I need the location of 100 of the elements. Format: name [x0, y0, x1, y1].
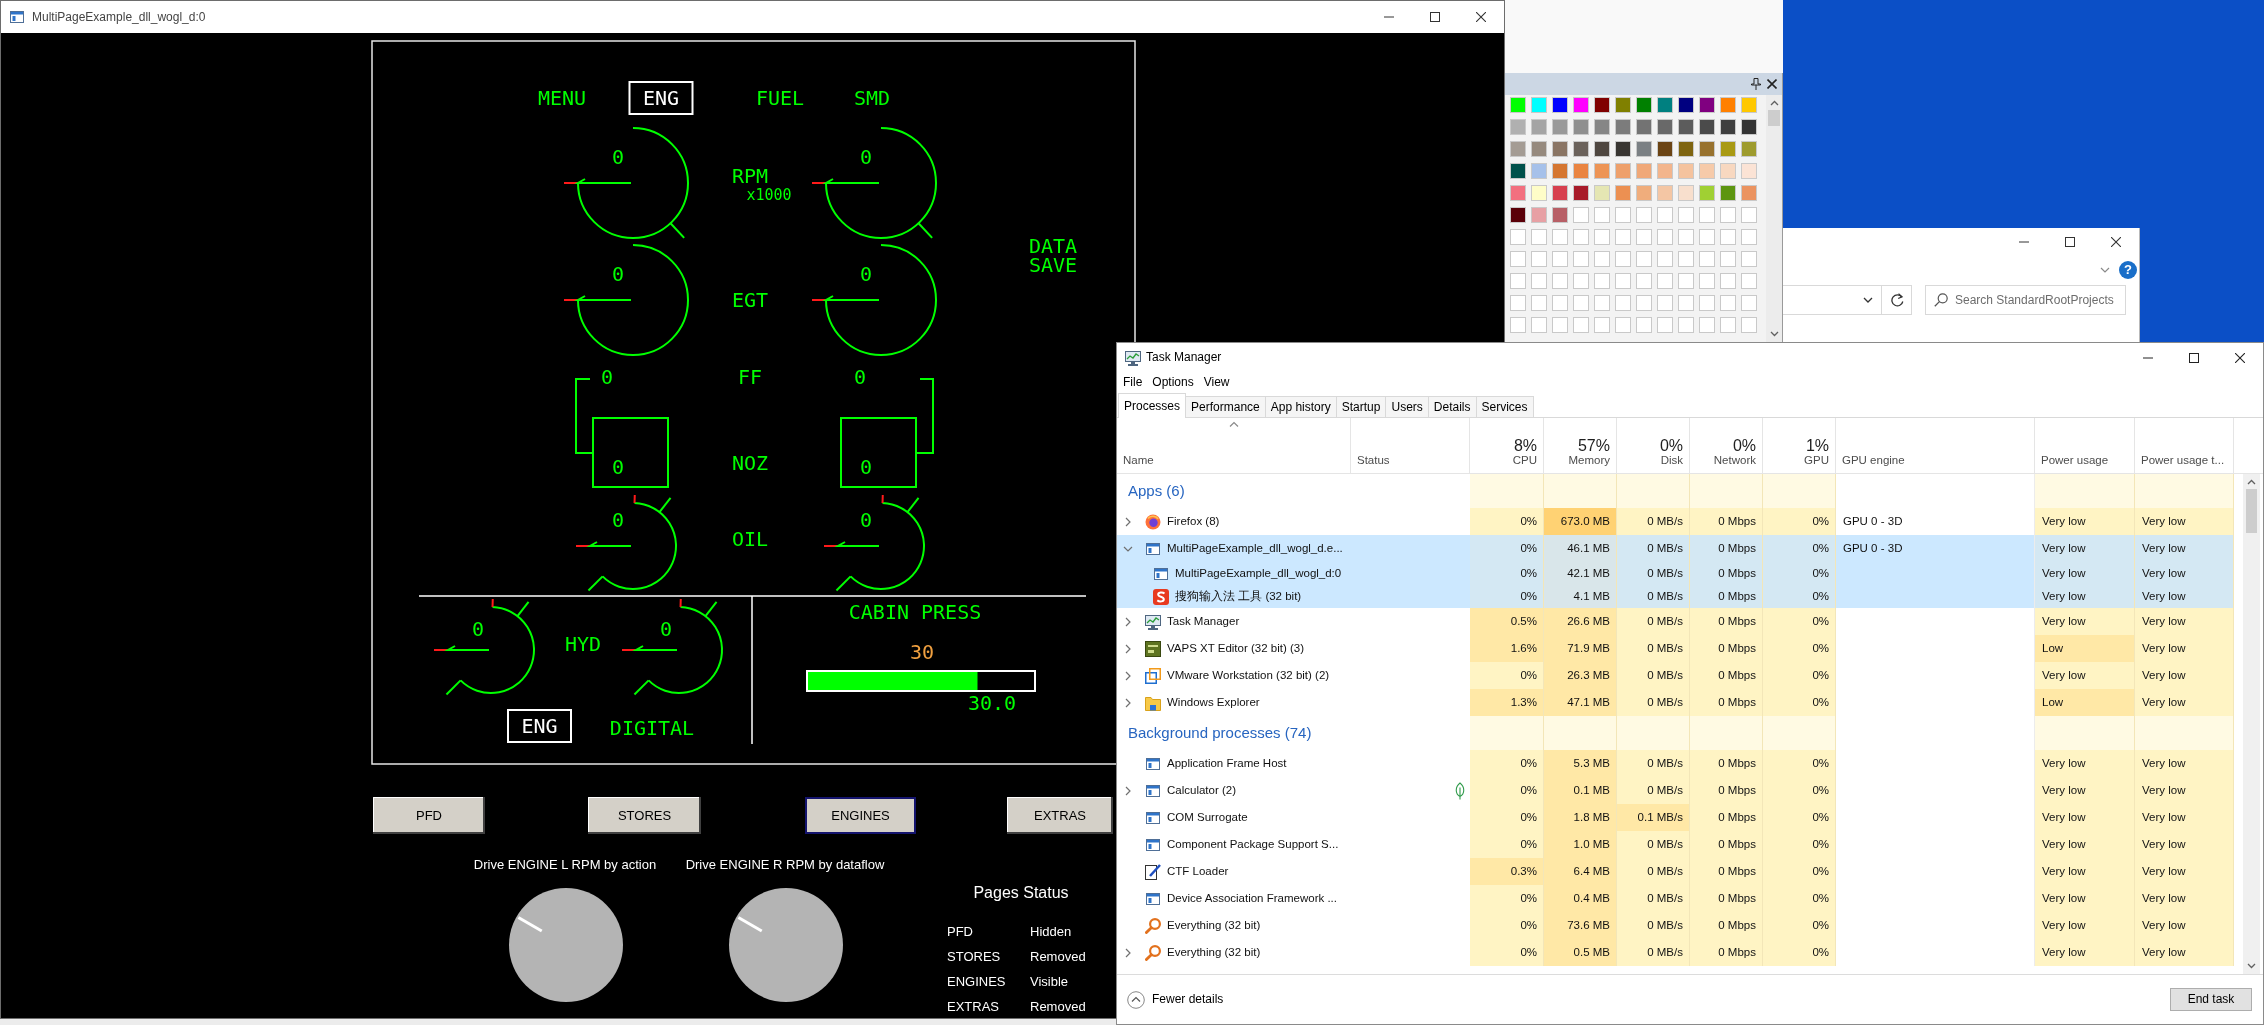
- color-swatch[interactable]: [1720, 273, 1736, 289]
- color-swatch[interactable]: [1552, 251, 1568, 267]
- color-swatch[interactable]: [1531, 229, 1547, 245]
- color-swatch[interactable]: [1594, 273, 1610, 289]
- color-swatch[interactable]: [1552, 273, 1568, 289]
- process-row[interactable]: MultiPageExample_dll_wogl_d.e... 0% 46.1 MB 0 MB/s 0 Mbps 0% GPU 0 - 3D Very low Very low: [1117, 535, 2234, 562]
- chevron-down-icon[interactable]: [2100, 267, 2110, 273]
- process-row[interactable]: Calculator (2) 0% 0.1 MB 0 MB/s 0 Mbps 0% Very low Very low: [1117, 777, 2234, 804]
- color-swatch[interactable]: [1573, 119, 1589, 135]
- color-swatch[interactable]: [1741, 207, 1757, 223]
- tab[interactable]: App history: [1264, 396, 1337, 417]
- color-swatch[interactable]: [1531, 141, 1547, 157]
- scroll-down-icon[interactable]: [1769, 331, 1779, 337]
- color-swatch[interactable]: [1678, 163, 1694, 179]
- color-swatch[interactable]: [1594, 97, 1610, 113]
- color-swatch[interactable]: [1615, 317, 1631, 333]
- color-swatch[interactable]: [1573, 163, 1589, 179]
- chevron-right-icon[interactable]: [1123, 697, 1133, 708]
- color-swatch[interactable]: [1657, 273, 1673, 289]
- color-swatch[interactable]: [1678, 229, 1694, 245]
- color-swatch[interactable]: [1678, 185, 1694, 201]
- color-swatch[interactable]: [1552, 185, 1568, 201]
- color-swatch[interactable]: [1741, 251, 1757, 267]
- color-swatch[interactable]: [1594, 317, 1610, 333]
- color-swatch[interactable]: [1741, 119, 1757, 135]
- color-swatch[interactable]: [1573, 317, 1589, 333]
- page-button[interactable]: PFD: [372, 796, 486, 835]
- color-swatch[interactable]: [1741, 273, 1757, 289]
- tab[interactable]: Users: [1385, 396, 1429, 417]
- color-swatch[interactable]: [1552, 317, 1568, 333]
- color-swatch[interactable]: [1531, 163, 1547, 179]
- color-swatch[interactable]: [1657, 97, 1673, 113]
- color-swatch[interactable]: [1615, 119, 1631, 135]
- rotary-knob[interactable]: [509, 888, 623, 1002]
- close-icon[interactable]: [1767, 79, 1777, 89]
- color-swatch[interactable]: [1636, 317, 1652, 333]
- color-swatch[interactable]: [1615, 295, 1631, 311]
- menu-item[interactable]: ENG: [628, 81, 694, 115]
- menu-item[interactable]: View: [1198, 374, 1235, 390]
- color-swatch[interactable]: [1636, 163, 1652, 179]
- color-swatch[interactable]: [1636, 295, 1652, 311]
- search-field[interactable]: Search StandardRootProjects: [1925, 285, 2126, 315]
- color-swatch[interactable]: [1615, 273, 1631, 289]
- color-swatch[interactable]: [1615, 229, 1631, 245]
- color-swatch[interactable]: [1636, 251, 1652, 267]
- scroll-up-icon[interactable]: [1769, 100, 1779, 106]
- color-swatch[interactable]: [1531, 185, 1547, 201]
- color-swatch[interactable]: [1552, 141, 1568, 157]
- column-header[interactable]: Name: [1123, 454, 1154, 468]
- color-swatch[interactable]: [1552, 229, 1568, 245]
- color-swatch[interactable]: [1531, 207, 1547, 223]
- color-swatch[interactable]: [1531, 317, 1547, 333]
- color-swatch[interactable]: [1594, 163, 1610, 179]
- color-swatch[interactable]: [1699, 317, 1715, 333]
- column-header[interactable]: Power usage t...: [2141, 454, 2225, 468]
- chevron-right-icon[interactable]: [1123, 616, 1133, 627]
- end-task-button[interactable]: End task: [2170, 988, 2252, 1011]
- color-swatch[interactable]: [1510, 317, 1526, 333]
- color-swatch[interactable]: [1657, 317, 1673, 333]
- color-swatch[interactable]: [1510, 273, 1526, 289]
- menu-item[interactable]: SMD: [853, 86, 891, 110]
- color-swatch[interactable]: [1678, 317, 1694, 333]
- color-swatch[interactable]: [1594, 295, 1610, 311]
- page-button[interactable]: ENGINES: [804, 796, 917, 835]
- color-swatch[interactable]: [1699, 207, 1715, 223]
- sort-caret-icon[interactable]: [1228, 421, 1239, 427]
- color-swatch[interactable]: [1699, 141, 1715, 157]
- color-swatch[interactable]: [1657, 141, 1673, 157]
- color-swatch[interactable]: [1552, 207, 1568, 223]
- color-swatch[interactable]: [1678, 141, 1694, 157]
- color-swatch[interactable]: [1531, 295, 1547, 311]
- rotary-knob[interactable]: [729, 888, 843, 1002]
- color-swatch[interactable]: [1552, 119, 1568, 135]
- color-swatch[interactable]: [1657, 163, 1673, 179]
- color-swatch[interactable]: [1510, 185, 1526, 201]
- color-swatch[interactable]: [1573, 141, 1589, 157]
- scroll-down-icon[interactable]: [2247, 963, 2256, 969]
- data-save-button[interactable]: DATA SAVE: [1028, 234, 1078, 277]
- color-swatch[interactable]: [1720, 119, 1736, 135]
- color-swatch[interactable]: [1678, 295, 1694, 311]
- chevron-right-icon[interactable]: [1123, 947, 1133, 958]
- chevron-right-icon[interactable]: [1123, 516, 1133, 527]
- process-row[interactable]: VAPS XT Editor (32 bit) (3) 1.6% 71.9 MB 0 MB/s 0 Mbps 0% Low Very low: [1117, 635, 2234, 662]
- page-button[interactable]: EXTRAS: [1006, 796, 1114, 835]
- color-swatch[interactable]: [1741, 97, 1757, 113]
- process-row[interactable]: Everything (32 bit) 0% 73.6 MB 0 MB/s 0 Mbps 0% Very low Very low: [1117, 912, 2234, 939]
- color-swatch[interactable]: [1741, 163, 1757, 179]
- color-swatch[interactable]: [1657, 185, 1673, 201]
- color-swatch[interactable]: [1510, 229, 1526, 245]
- color-swatch[interactable]: [1678, 97, 1694, 113]
- tab[interactable]: Details: [1427, 396, 1477, 417]
- process-row[interactable]: 搜狗输入法 工具 (32 bit) 0% 4.1 MB 0 MB/s 0 Mbps 0% Very low Very low: [1117, 585, 2234, 608]
- color-swatch[interactable]: [1531, 119, 1547, 135]
- menu-item[interactable]: MENU: [537, 86, 587, 110]
- color-swatch[interactable]: [1615, 251, 1631, 267]
- color-swatch[interactable]: [1510, 251, 1526, 267]
- color-swatch[interactable]: [1510, 141, 1526, 157]
- color-swatch[interactable]: [1720, 185, 1736, 201]
- menu-item[interactable]: File: [1118, 374, 1148, 390]
- color-swatch[interactable]: [1657, 295, 1673, 311]
